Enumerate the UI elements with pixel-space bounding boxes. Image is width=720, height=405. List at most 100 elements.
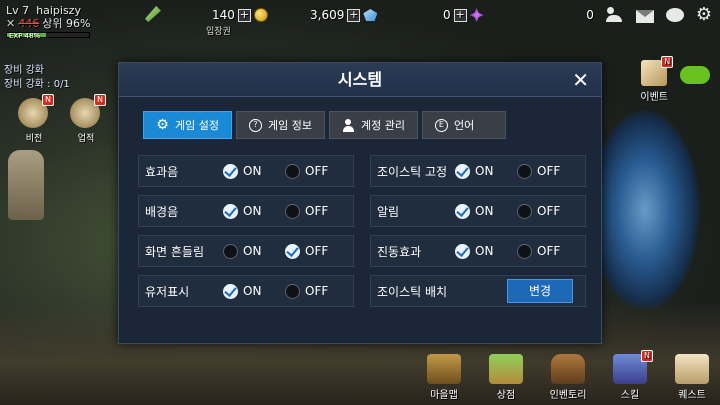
question-icon: ? <box>248 118 262 132</box>
gem-plus-button[interactable]: + <box>347 8 361 22</box>
checkmark-icon <box>223 283 238 299</box>
on-option[interactable]: ON <box>223 283 285 299</box>
off-label: OFF <box>537 204 561 218</box>
mail-icon[interactable] <box>635 9 654 23</box>
setting-row-joystick-layout: 조이스틱 배치 변경 <box>370 275 586 307</box>
village-map-label: 마을맵 <box>430 390 458 401</box>
setting-label: 알림 <box>377 204 400 219</box>
village-map-button[interactable]: 마을맵 <box>422 354 466 401</box>
gold-coin-icon <box>253 8 268 22</box>
player-info[interactable]: Lv 7 haipiszy ✕ 446 상위 96% EXP 48% <box>6 4 91 40</box>
on-label: ON <box>243 204 262 218</box>
tab-label: 게임 정보 <box>267 119 312 132</box>
off-label: OFF <box>305 164 329 178</box>
setting-row-bgm: 배경음 ON OFF <box>138 195 354 227</box>
skill-button[interactable]: N 스킬 <box>608 350 653 401</box>
quest-panel[interactable]: 장비 강화 장비 강화 : 0/1 <box>4 64 70 92</box>
tab-account[interactable]: 계정 관리 <box>328 111 418 139</box>
settings-gear-icon[interactable]: ⚙ <box>696 6 712 24</box>
event-scroll-icon: N <box>641 56 674 86</box>
setting-row-screen-shake: 화면 흔들림 ON OFF <box>138 235 354 267</box>
setting-label: 효과음 <box>145 164 179 179</box>
setting-label: 화면 흔들림 <box>145 244 205 259</box>
setting-label: 유저표시 <box>145 284 190 299</box>
event-button[interactable]: N 이벤트 <box>640 56 674 103</box>
feather-icon[interactable] <box>145 6 161 22</box>
bottom-menu: 마을맵 상점 인벤토리 N 스킬 퀘스트 <box>422 350 714 401</box>
tab-game-info[interactable]: ? 게임 정보 <box>235 111 325 139</box>
checkmark-icon <box>455 243 470 259</box>
radio-empty-icon <box>517 243 532 259</box>
off-option[interactable]: OFF <box>285 283 347 299</box>
off-label: OFF <box>305 244 329 258</box>
off-label: OFF <box>537 244 561 258</box>
gold-amount: 140 <box>212 8 235 22</box>
tab-language[interactable]: E 언어 <box>421 111 506 139</box>
setting-row-user-display: 유저표시 ON OFF <box>138 275 354 307</box>
on-option[interactable]: ON <box>455 243 517 259</box>
on-label: ON <box>243 164 262 178</box>
on-option[interactable]: ON <box>455 163 517 179</box>
rank-text: 상위 96% <box>42 17 91 30</box>
gem-currency: 3,609 + <box>310 8 378 22</box>
achievement-label: 업적 <box>77 134 95 144</box>
change-button[interactable]: 변경 <box>507 279 573 303</box>
achievement-button[interactable]: 업적 N <box>70 94 106 144</box>
friends-icon[interactable] <box>605 7 624 23</box>
gear-icon: ⚙ <box>156 116 169 133</box>
off-option[interactable]: OFF <box>285 203 347 219</box>
checkmark-icon <box>455 203 470 219</box>
backpack-icon <box>551 354 585 384</box>
tab-label: 언어 <box>453 119 475 132</box>
shop-stall-icon <box>489 354 523 384</box>
inventory-button[interactable]: 인벤토리 <box>546 354 590 401</box>
event-label: 이벤트 <box>640 92 668 103</box>
on-option[interactable]: ON <box>223 203 285 219</box>
on-label: ON <box>475 244 494 258</box>
e-icon: E <box>434 118 448 132</box>
on-option[interactable]: ON <box>223 163 285 179</box>
quest-button[interactable]: 퀘스트 <box>670 354 714 401</box>
on-option[interactable]: ON <box>455 203 517 219</box>
setting-label: 배경음 <box>145 204 179 219</box>
off-option[interactable]: OFF <box>517 243 579 259</box>
shop-button[interactable]: 상점 <box>484 354 528 401</box>
crystal-currency: 0 + <box>443 8 484 22</box>
chat-icon[interactable] <box>665 8 684 22</box>
off-option[interactable]: OFF <box>285 163 347 179</box>
skill-label: 스킬 <box>620 390 640 401</box>
off-option[interactable]: OFF <box>285 243 347 259</box>
crystal-amount: 0 <box>443 8 451 22</box>
gold-plus-button[interactable]: + <box>237 8 251 22</box>
on-label: ON <box>475 204 494 218</box>
radio-empty-icon <box>285 163 300 179</box>
close-icon[interactable]: ✕ <box>572 69 589 91</box>
radio-empty-icon <box>223 243 238 259</box>
setting-row-vibration: 진동효과 ON OFF <box>370 235 586 267</box>
off-label: OFF <box>305 204 329 218</box>
checkmark-icon <box>455 163 470 179</box>
quest-title: 장비 강화 <box>4 65 44 76</box>
gamepad-icon[interactable] <box>680 66 710 84</box>
left-icon-bar: 비전 N 업적 N <box>18 94 106 144</box>
dialog-tabs: ⚙ 게임 설정 ? 게임 정보 계정 관리 E 언어 <box>143 111 506 139</box>
dialog-header: 시스템 ✕ <box>119 63 601 97</box>
player-character <box>8 150 44 220</box>
off-label: OFF <box>305 284 329 298</box>
vision-button[interactable]: 비전 N <box>18 94 54 144</box>
gem-icon <box>363 9 378 21</box>
quest-progress: 장비 강화 : 0/1 <box>4 79 70 90</box>
tab-game-settings[interactable]: ⚙ 게임 설정 <box>143 111 232 139</box>
off-option[interactable]: OFF <box>517 203 579 219</box>
rank-prev: 446 <box>18 17 40 30</box>
exp-bar: EXP 48% <box>6 32 90 40</box>
off-option[interactable]: OFF <box>517 163 579 179</box>
crystal-plus-button[interactable]: + <box>453 8 467 22</box>
user-icon <box>342 118 355 132</box>
on-option[interactable]: ON <box>223 243 285 259</box>
player-name: haipiszy <box>36 4 81 17</box>
quest-label: 퀘스트 <box>678 390 706 401</box>
skill-book-icon: N <box>613 350 653 384</box>
radio-empty-icon <box>285 283 300 299</box>
portal-background <box>590 110 700 310</box>
